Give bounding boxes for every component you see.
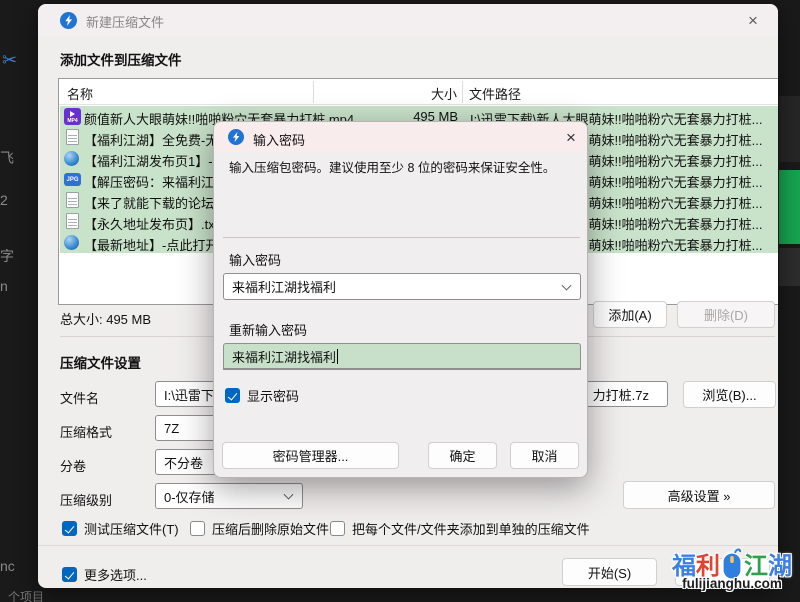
desktop-glyph: 2 <box>0 192 8 208</box>
password-input[interactable]: 来福利江湖找福利 <box>223 273 581 300</box>
dialog-title: 输入密码 <box>253 130 305 149</box>
more-options-checkbox[interactable]: 更多选项... <box>62 565 147 584</box>
confirm-password-label: 重新输入密码 <box>229 320 307 339</box>
bandizip-app-icon <box>228 129 244 145</box>
enter-password-dialog: 输入密码 × 输入压缩包密码。建议使用至少 8 位的密码来保证安全性。 输入密码… <box>213 121 588 478</box>
globe-icon <box>64 151 79 166</box>
window-close-icon[interactable]: × <box>748 12 758 29</box>
checkbox-label: 更多选项... <box>84 565 147 584</box>
desktop-glyph: 飞 <box>0 148 14 168</box>
cancel-button[interactable]: 取消 <box>510 442 579 469</box>
browse-button[interactable]: 浏览(B)... <box>683 381 776 408</box>
confirm-password-value: 来福利江湖找福利 <box>232 347 336 366</box>
chevron-down-icon[interactable] <box>562 280 572 290</box>
desktop-glyph: nc <box>0 558 15 574</box>
checkbox-icon <box>330 521 345 536</box>
add-button[interactable]: 添加(A) <box>593 301 667 328</box>
confirm-password-input[interactable]: 来福利江湖找福利 <box>223 343 581 370</box>
start-button[interactable]: 开始(S) <box>562 558 657 586</box>
section-title: 添加文件到压缩文件 <box>60 49 182 69</box>
column-header-size[interactable]: 大小 <box>321 84 457 103</box>
checkbox-icon <box>62 521 77 536</box>
jpg-icon: JPG <box>64 173 81 186</box>
level-label: 压缩级别 <box>60 490 112 509</box>
window-title: 新建压缩文件 <box>86 12 164 31</box>
format-value: 7Z <box>164 421 179 436</box>
divider <box>223 237 580 238</box>
delete-after-checkbox[interactable]: 压缩后删除原始文件 <box>190 519 329 538</box>
text-file-icon <box>66 129 79 145</box>
column-divider[interactable] <box>462 81 463 103</box>
scissors-icon: ✂ <box>2 50 17 71</box>
checkbox-label: 显示密码 <box>247 386 299 405</box>
checkbox-icon <box>62 567 77 582</box>
title-bar[interactable]: 新建压缩文件 × <box>38 4 778 36</box>
total-size-text: 总大小: 495 MB <box>60 309 151 328</box>
level-select[interactable]: 0-仅存储 <box>155 483 303 509</box>
volume-value: 不分卷 <box>164 453 203 472</box>
text-file-icon <box>66 192 79 208</box>
show-password-checkbox[interactable]: 显示密码 <box>225 386 299 405</box>
delete-button[interactable]: 删除(D) <box>677 301 775 328</box>
desktop-green-item <box>779 170 800 244</box>
ok-button[interactable]: 确定 <box>428 442 497 469</box>
volume-label: 分卷 <box>60 456 86 475</box>
fulijianghu-watermark: 福利 江湖 fulijianghu.com <box>664 536 800 600</box>
checkbox-icon <box>190 521 205 536</box>
advanced-settings-button[interactable]: 高级设置 » <box>623 481 775 509</box>
chevron-down-icon <box>284 490 294 500</box>
desktop-item <box>779 96 800 162</box>
file-name: 【永久地址发布页】.txt <box>84 214 218 233</box>
password-manager-button[interactable]: 密码管理器... <box>222 442 399 469</box>
text-cursor <box>337 349 338 364</box>
text-file-icon <box>66 213 79 229</box>
column-header-name[interactable]: 名称 <box>67 84 93 103</box>
checkbox-label: 把每个文件/文件夹添加到单独的压缩文件 <box>352 519 590 538</box>
column-header-path[interactable]: 文件路径 <box>469 84 521 103</box>
dialog-description: 输入压缩包密码。建议使用至少 8 位的密码来保证安全性。 <box>229 159 574 177</box>
settings-section-title: 压缩文件设置 <box>60 352 141 372</box>
checkbox-label: 测试压缩文件(T) <box>84 519 179 538</box>
mp4-icon: MP4 <box>64 108 81 125</box>
password-value: 来福利江湖找福利 <box>232 277 336 296</box>
password-label: 输入密码 <box>229 250 281 269</box>
dialog-title-bar[interactable]: 输入密码 × <box>214 122 587 152</box>
filename-label: 文件名 <box>60 388 99 407</box>
watermark-site-url: fulijianghu.com <box>664 576 800 591</box>
checkbox-label: 压缩后删除原始文件 <box>212 519 329 538</box>
desktop-item <box>779 248 800 286</box>
dialog-close-icon[interactable]: × <box>566 129 576 146</box>
filename-value-right: 力打桩.7z <box>593 385 649 404</box>
desktop-status-text: 个项目 <box>8 588 44 602</box>
desktop-glyph: n <box>0 278 8 294</box>
globe-icon <box>64 235 79 250</box>
column-divider[interactable] <box>313 81 314 103</box>
checkbox-icon <box>225 388 240 403</box>
table-header[interactable]: 名称 大小 文件路径 <box>59 79 778 105</box>
separate-archives-checkbox[interactable]: 把每个文件/文件夹添加到单独的压缩文件 <box>330 519 590 538</box>
desktop-glyph: 字 <box>0 246 14 266</box>
bandizip-app-icon <box>60 12 77 29</box>
test-archive-checkbox[interactable]: 测试压缩文件(T) <box>62 519 179 538</box>
format-label: 压缩格式 <box>60 422 112 441</box>
level-value: 0-仅存储 <box>164 487 215 506</box>
